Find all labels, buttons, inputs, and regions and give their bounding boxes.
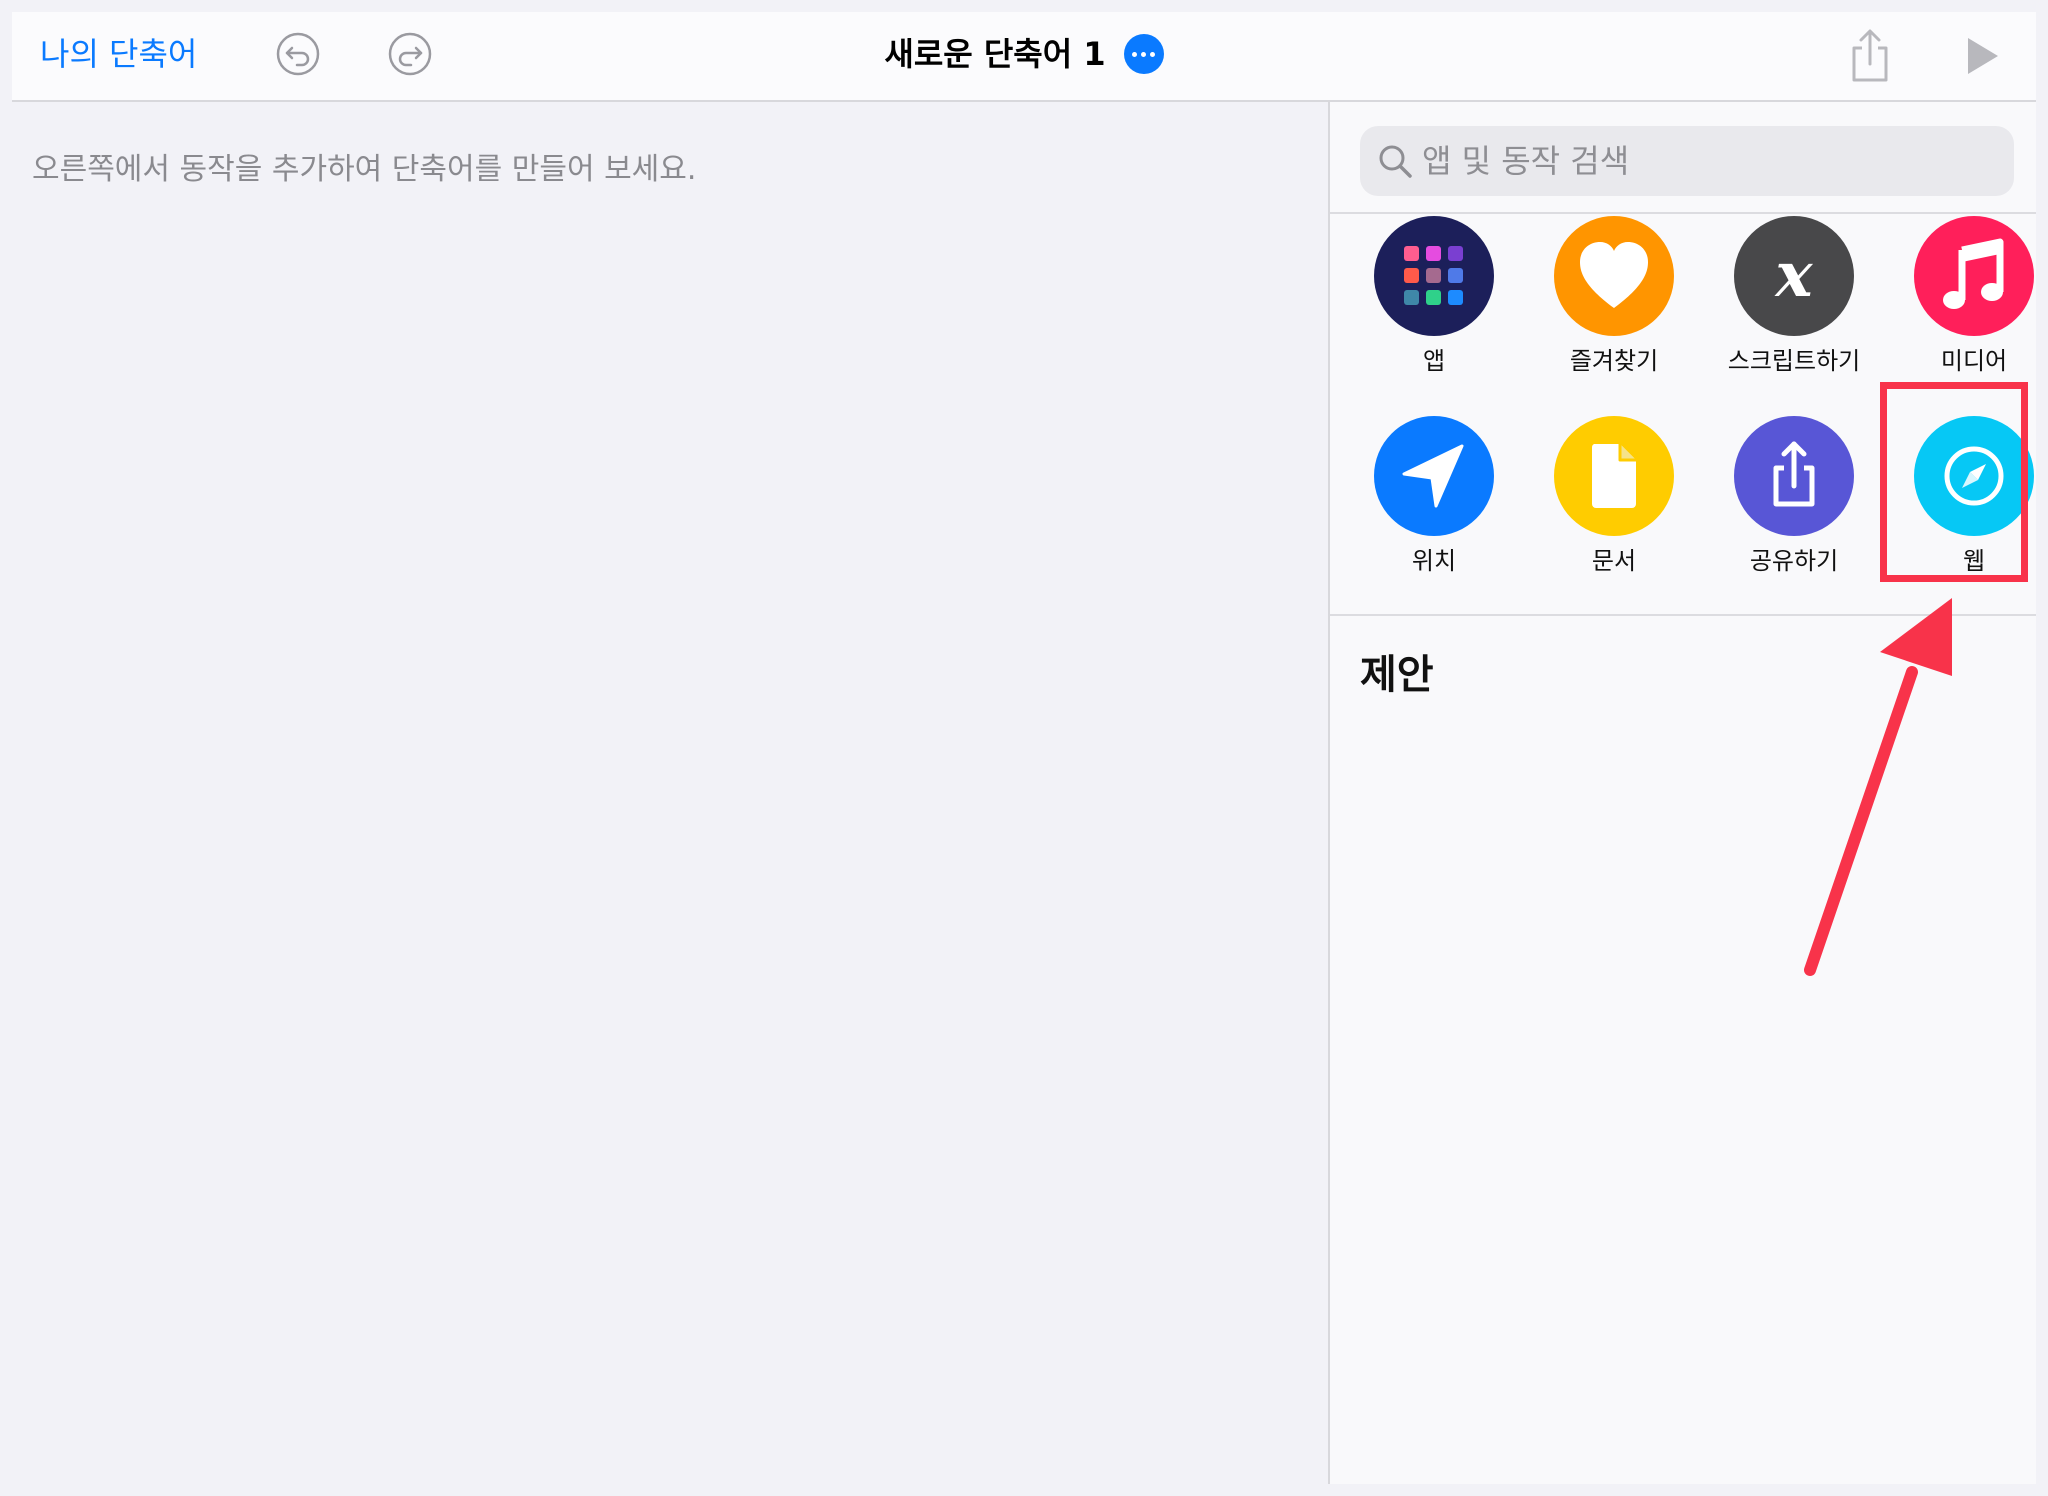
category-location[interactable]: 위치 <box>1359 416 1509 576</box>
compass-icon <box>1944 446 2004 506</box>
category-favorites-circle <box>1554 216 1674 336</box>
suggestions-heading: 제안 <box>1360 652 1434 698</box>
share-icon <box>1852 29 1888 82</box>
category-label: 웹 <box>1962 547 1986 575</box>
category-scripting-circle: x <box>1734 216 1854 336</box>
heart-icon <box>1580 242 1648 308</box>
actions-panel: 앱 및 동작 검색 앱 즐겨찾기 x 스크립트하기 미디어 위치 문서 공유하기… <box>1328 102 2036 1484</box>
ellipsis-dot <box>1141 51 1147 57</box>
svg-text:x: x <box>1774 238 1814 311</box>
ellipsis-dot <box>1132 51 1138 57</box>
top-bar: 나의 단축어 새로운 단축어 1 <box>12 12 2036 102</box>
category-scripting[interactable]: x 스크립트하기 <box>1719 216 1869 376</box>
category-media[interactable]: 미디어 <box>1899 216 2036 376</box>
undo-icon <box>276 32 320 76</box>
category-web-circle <box>1914 416 2034 536</box>
undo-button[interactable] <box>270 26 326 82</box>
category-label: 미디어 <box>1940 347 2008 375</box>
category-location-circle <box>1374 416 1494 536</box>
category-label: 앱 <box>1422 347 1446 375</box>
category-label: 공유하기 <box>1749 547 1839 575</box>
category-documents-circle <box>1554 416 1674 536</box>
category-apps[interactable]: 앱 <box>1359 216 1509 376</box>
divider <box>1330 614 2036 616</box>
ellipsis-dot <box>1150 51 1156 57</box>
redo-button[interactable] <box>382 26 438 82</box>
category-documents[interactable]: 문서 <box>1539 416 1689 576</box>
category-apps-circle <box>1374 216 1494 336</box>
category-media-circle <box>1914 216 2034 336</box>
category-label: 스크립트하기 <box>1727 347 1861 375</box>
play-icon <box>1968 38 1998 74</box>
location-arrow-icon <box>1402 444 1464 508</box>
more-options-button[interactable] <box>1123 34 1164 74</box>
redo-icon <box>388 32 432 76</box>
category-sharing[interactable]: 공유하기 <box>1719 416 1869 576</box>
run-shortcut-button[interactable] <box>1954 30 2006 82</box>
category-web[interactable]: 웹 <box>1899 416 2036 576</box>
apps-grid-icon <box>1404 246 1463 305</box>
category-sharing-circle <box>1734 416 1854 536</box>
category-label: 위치 <box>1411 547 1457 575</box>
category-label: 즐겨찾기 <box>1569 347 1659 375</box>
share-button[interactable] <box>1844 26 1896 86</box>
divider <box>1330 212 2036 214</box>
shortcuts-editor-screen: 나의 단축어 새로운 단축어 1 오른쪽에서 동작을 추가하여 단축어를 만들어… <box>12 12 2036 1484</box>
search-placeholder: 앱 및 동작 검색 <box>1422 142 1630 180</box>
search-icon <box>1379 145 1412 178</box>
editor-hint-text: 오른쪽에서 동작을 추가하여 단축어를 만들어 보세요. <box>32 152 697 187</box>
editor-pane: 오른쪽에서 동작을 추가하여 단축어를 만들어 보세요. <box>12 102 1326 1484</box>
search-input[interactable]: 앱 및 동작 검색 <box>1360 126 2014 196</box>
music-note-icon <box>1943 238 2004 309</box>
document-icon <box>1591 444 1636 508</box>
shortcut-title[interactable]: 새로운 단축어 1 <box>884 28 1105 80</box>
my-shortcuts-back-link[interactable]: 나의 단축어 <box>40 28 197 80</box>
script-x-icon: x <box>1774 238 1814 311</box>
category-favorites[interactable]: 즐겨찾기 <box>1539 216 1689 376</box>
category-label: 문서 <box>1591 547 1637 575</box>
share-icon <box>1773 441 1815 507</box>
